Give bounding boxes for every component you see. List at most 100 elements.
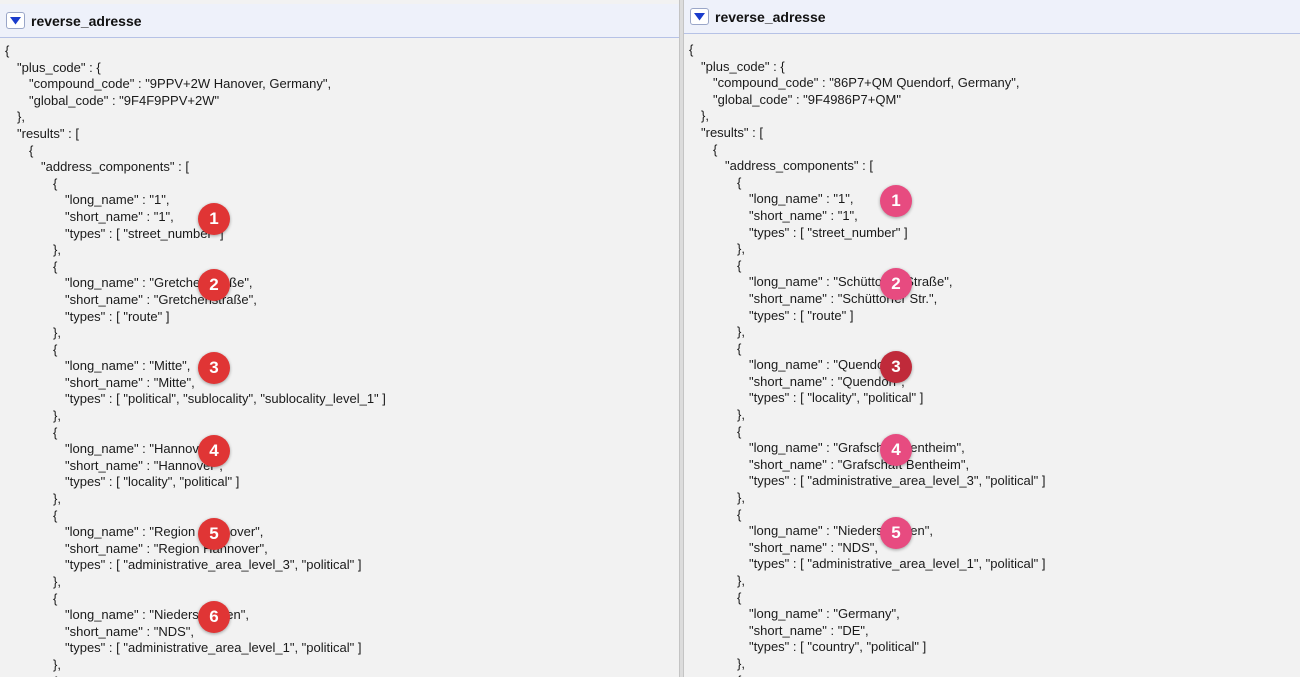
json-line: "address_components" : [: [41, 159, 189, 175]
json-line: "types" : [ "street_number" ]: [65, 225, 224, 241]
json-line: },: [53, 408, 61, 424]
json-line: {: [737, 423, 742, 439]
annotation-marker-2: 2: [198, 269, 230, 301]
annotation-marker-2: 2: [880, 268, 912, 300]
json-line: "short_name" : "Grafschaft Bentheim",: [749, 456, 970, 472]
collapse-toggle-button[interactable]: [690, 8, 709, 25]
json-line: {: [737, 340, 742, 356]
json-line: "results" : [: [17, 125, 79, 141]
json-line: {: [53, 590, 58, 606]
json-line: },: [737, 407, 745, 423]
json-line: },: [53, 242, 61, 258]
json-line: "long_name" : "Quendorf",: [749, 357, 901, 373]
json-line: "compound_code" : "86P7+QM Quendorf, Ger…: [713, 75, 1020, 91]
json-line: },: [53, 574, 61, 589]
json-line: "long_name" : "Niedersachsen",: [749, 523, 933, 539]
json-line: "short_name" : "Hannover",: [65, 457, 223, 473]
json-line: "plus_code" : {: [701, 58, 785, 74]
json-line: "plus_code" : {: [17, 59, 101, 75]
json-line: "global_code" : "9F4986P7+QM": [713, 91, 901, 107]
json-line: {: [713, 141, 718, 157]
json-line: "short_name" : "1",: [749, 207, 858, 223]
json-line: "types" : [ "route" ]: [749, 307, 854, 323]
json-line: "short_name" : "Mitte",: [65, 374, 195, 390]
pane-title: reverse_adresse: [31, 13, 142, 29]
json-line: "long_name" : "Hannover",: [65, 441, 219, 457]
right-pane: reverse_adresse { "plus_code" : {"compoun…: [684, 0, 1300, 677]
left-pane: reverse_adresse { "plus_code" : {"compoun…: [0, 0, 679, 677]
json-line: "short_name" : "1",: [65, 208, 174, 224]
json-line: "address_components" : [: [725, 158, 873, 174]
json-line: "short_name" : "Schüttorfer Str.",: [749, 290, 938, 306]
json-line: "short_name" : "NDS",: [65, 623, 195, 639]
json-line: },: [737, 324, 745, 340]
annotation-marker-1: 1: [198, 203, 230, 235]
json-line: "short_name" : "NDS",: [749, 539, 879, 555]
json-line: "types" : [ "administrative_area_level_3…: [65, 557, 362, 573]
annotation-marker-6: 6: [198, 601, 230, 633]
split-view: reverse_adresse {"plus_code" : {"compoun…: [0, 0, 1300, 677]
json-line: "long_name" : "Niedersachsen",: [65, 607, 249, 623]
json-line: "types" : [ "administrative_area_level_1…: [749, 556, 1046, 572]
json-line: "global_code" : "9F4F9PPV+2W": [29, 92, 220, 108]
json-line: "types" : [ "route" ]: [65, 308, 170, 324]
json-line: "types" : [ "locality", "political" ]: [65, 474, 240, 490]
json-line: "short_name" : "Gretchenstraße",: [65, 291, 257, 307]
json-line: "types" : [ "administrative_area_level_1…: [65, 640, 362, 656]
json-line: "short_name" : "Region Hannover",: [65, 540, 268, 556]
json-line: {: [689, 42, 694, 57]
json-line: {: [737, 174, 742, 190]
json-line: },: [53, 656, 61, 672]
json-line: "results" : [: [701, 124, 763, 140]
json-viewer: { "plus_code" : {"compound_code" : "9PPV+…: [0, 43, 679, 677]
triangle-down-icon: [10, 16, 21, 24]
json-line: {: [53, 175, 58, 191]
json-line: "long_name" : "Mitte",: [65, 358, 191, 374]
json-line: {: [5, 43, 10, 58]
json-line: "types" : [ "administrative_area_level_3…: [749, 473, 1046, 489]
json-line: },: [737, 655, 745, 671]
json-line: },: [53, 325, 61, 341]
json-line: "long_name" : "1",: [749, 191, 854, 207]
json-line: {: [53, 424, 58, 440]
json-line: {: [53, 507, 58, 523]
json-line: },: [17, 109, 25, 125]
collapse-toggle-button[interactable]: [6, 12, 25, 29]
json-line: "long_name" : "Gretchenstraße",: [65, 275, 253, 291]
triangle-down-icon: [694, 12, 705, 20]
annotation-marker-5: 5: [880, 517, 912, 549]
annotation-marker-4: 4: [198, 435, 230, 467]
annotation-marker-4: 4: [880, 434, 912, 466]
json-line: },: [53, 491, 61, 507]
pane-title: reverse_adresse: [715, 9, 826, 25]
json-line: "long_name" : "Grafschaft Bentheim",: [749, 440, 965, 456]
json-line: {: [53, 341, 58, 357]
json-line: "short_name" : "DE",: [749, 622, 869, 638]
json-line: },: [737, 241, 745, 257]
right-pane-header: reverse_adresse: [684, 0, 1300, 34]
json-line: {: [737, 506, 742, 522]
annotation-marker-3: 3: [880, 351, 912, 383]
json-line: "types" : [ "political", "sublocality", …: [65, 391, 386, 407]
annotation-marker-5: 5: [198, 518, 230, 550]
annotation-marker-1: 1: [880, 185, 912, 217]
json-line: {: [737, 257, 742, 273]
json-line: "types" : [ "country", "political" ]: [749, 639, 927, 655]
json-line: {: [684, 673, 1300, 677]
json-line: "long_name" : "1",: [65, 192, 170, 208]
json-line: {: [29, 142, 34, 158]
json-line: },: [737, 573, 745, 588]
left-pane-header: reverse_adresse: [0, 4, 679, 38]
json-viewer: { "plus_code" : {"compound_code" : "86P7+…: [684, 42, 1300, 677]
json-line: "compound_code" : "9PPV+2W Hanover, Germ…: [29, 76, 332, 92]
json-line: {: [737, 589, 742, 605]
json-line: {: [53, 258, 58, 274]
json-line: },: [701, 108, 709, 124]
annotation-marker-3: 3: [198, 352, 230, 384]
json-line: "long_name" : "Germany",: [749, 606, 900, 622]
json-line: "short_name" : "Quendorf",: [749, 373, 905, 389]
json-line: "types" : [ "locality", "political" ]: [749, 390, 924, 406]
json-line: "long_name" : "Region Hannover",: [65, 524, 264, 540]
json-line: },: [737, 490, 745, 506]
json-line: {: [0, 674, 679, 677]
